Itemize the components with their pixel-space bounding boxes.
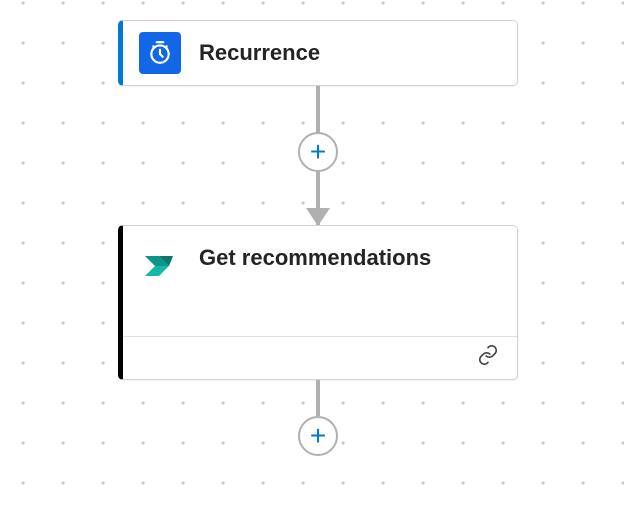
plus-icon: + <box>310 138 326 166</box>
add-step-button[interactable]: + <box>298 416 338 456</box>
workflow-node-get-recommendations[interactable]: Get recommendations <box>118 225 518 380</box>
workflow-canvas[interactable]: Recurrence + Get recommendations <box>0 0 624 513</box>
plus-icon: + <box>310 422 326 450</box>
workflow-node-recurrence[interactable]: Recurrence <box>118 20 518 86</box>
arrow-head-icon <box>306 208 330 226</box>
connector-line <box>316 380 320 416</box>
clock-icon <box>139 32 181 74</box>
node-title: Recurrence <box>199 39 320 68</box>
add-step-button[interactable]: + <box>298 132 338 172</box>
node-header: Get recommendations <box>123 226 517 336</box>
node-footer <box>123 336 517 378</box>
node-header: Recurrence <box>123 21 517 85</box>
node-title: Get recommendations <box>199 244 431 273</box>
power-automate-icon <box>139 244 181 286</box>
link-icon[interactable] <box>477 344 499 371</box>
